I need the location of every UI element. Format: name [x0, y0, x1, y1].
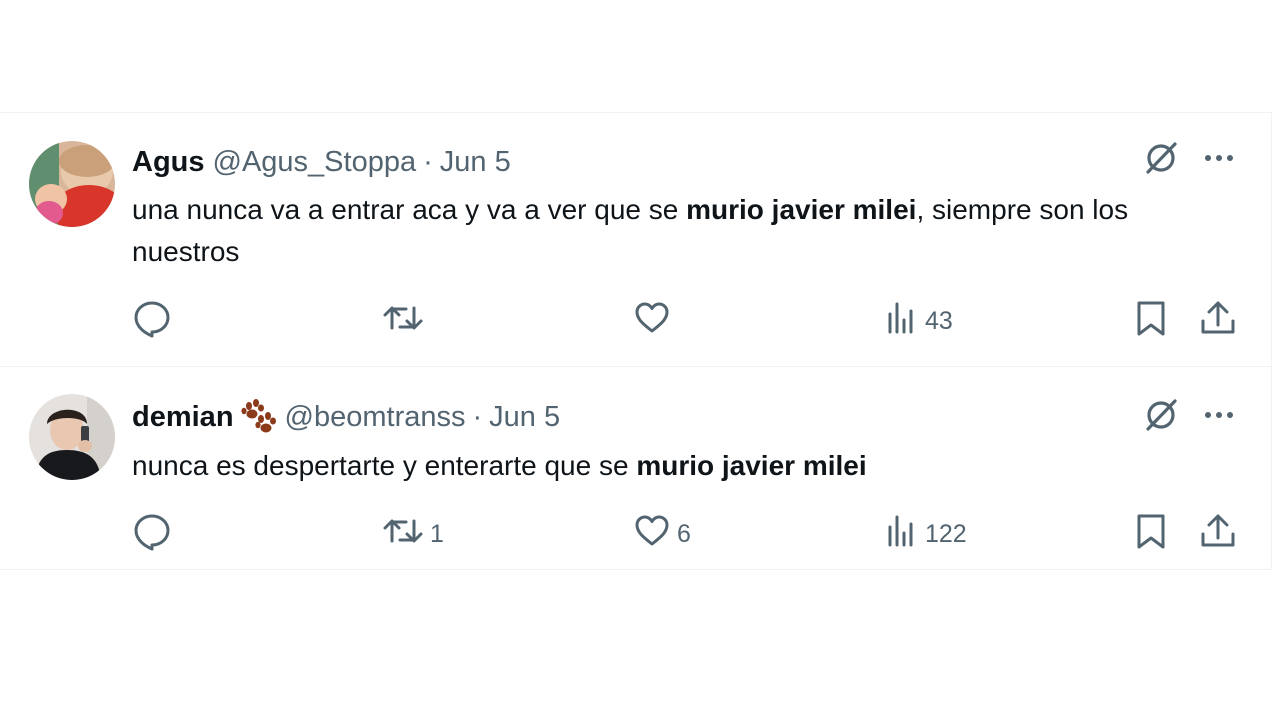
retweet-icon	[382, 511, 424, 558]
views-count: 43	[925, 306, 953, 335]
like-button[interactable]	[633, 301, 677, 341]
more-icon[interactable]	[1202, 398, 1236, 432]
views-icon	[885, 511, 919, 558]
tweet-header: demian @beomtranss · Jun 5	[132, 397, 560, 437]
tweet[interactable]: Agus @Agus_Stoppa · Jun 5 una nunca va a…	[0, 112, 1272, 366]
tweet-header: Agus @Agus_Stoppa · Jun 5	[132, 142, 511, 182]
reply-button[interactable]	[132, 301, 178, 341]
views-button[interactable]: 43	[885, 301, 953, 341]
avatar[interactable]	[29, 394, 115, 480]
tweet-text-part: una nunca va a entrar aca y va a ver que…	[132, 194, 687, 225]
share-button[interactable]	[1199, 301, 1237, 341]
avatar[interactable]	[29, 141, 115, 227]
handle[interactable]: @beomtranss	[285, 401, 466, 434]
separator-dot: ·	[472, 400, 483, 433]
bookmark-icon	[1134, 298, 1168, 345]
heart-icon	[633, 511, 671, 558]
views-count: 122	[925, 519, 967, 548]
more-icon[interactable]	[1202, 141, 1236, 175]
reply-icon	[132, 511, 172, 558]
bookmark-icon	[1134, 511, 1168, 558]
timeline: Agus @Agus_Stoppa · Jun 5 una nunca va a…	[0, 0, 1280, 720]
tweet-actions: 43	[0, 301, 1272, 341]
tweet-date[interactable]: Jun 5	[440, 146, 511, 179]
tweet-top-actions	[1142, 139, 1236, 177]
share-button[interactable]	[1199, 514, 1237, 554]
retweet-button[interactable]	[382, 301, 430, 341]
paw-emoji-icon	[237, 397, 277, 437]
like-count: 6	[677, 519, 691, 548]
handle[interactable]: @Agus_Stoppa	[213, 146, 417, 179]
heart-icon	[633, 298, 671, 345]
tweet-date[interactable]: Jun 5	[489, 401, 560, 434]
tweet-actions: 1 6 122	[0, 514, 1272, 554]
tweet-text: nunca es despertarte y enterarte que se …	[132, 445, 1232, 487]
share-icon	[1199, 511, 1237, 558]
display-name[interactable]: Agus	[132, 146, 205, 179]
share-icon	[1199, 298, 1237, 345]
grok-icon[interactable]	[1142, 396, 1180, 434]
like-button[interactable]: 6	[633, 514, 691, 554]
retweet-button[interactable]: 1	[382, 514, 444, 554]
tweet-top-actions	[1142, 396, 1236, 434]
tweet[interactable]: demian @beomtranss · Jun 5 nunca es desp…	[0, 366, 1272, 570]
separator-dot: ·	[423, 145, 433, 178]
reply-button[interactable]	[132, 514, 178, 554]
tweet-text-part: nunca es despertarte y enterarte que se	[132, 450, 637, 481]
grok-icon[interactable]	[1142, 139, 1180, 177]
tweet-text-bold: murio javier milei	[686, 194, 917, 225]
tweet-text-bold: murio javier milei	[636, 450, 867, 481]
retweet-count: 1	[430, 519, 444, 548]
tweet-text: una nunca va a entrar aca y va a ver que…	[132, 189, 1232, 273]
display-name[interactable]: demian	[132, 401, 234, 434]
reply-icon	[132, 298, 172, 345]
bookmark-button[interactable]	[1134, 514, 1168, 554]
views-icon	[885, 298, 919, 345]
retweet-icon	[382, 298, 424, 345]
views-button[interactable]: 122	[885, 514, 967, 554]
bookmark-button[interactable]	[1134, 301, 1168, 341]
